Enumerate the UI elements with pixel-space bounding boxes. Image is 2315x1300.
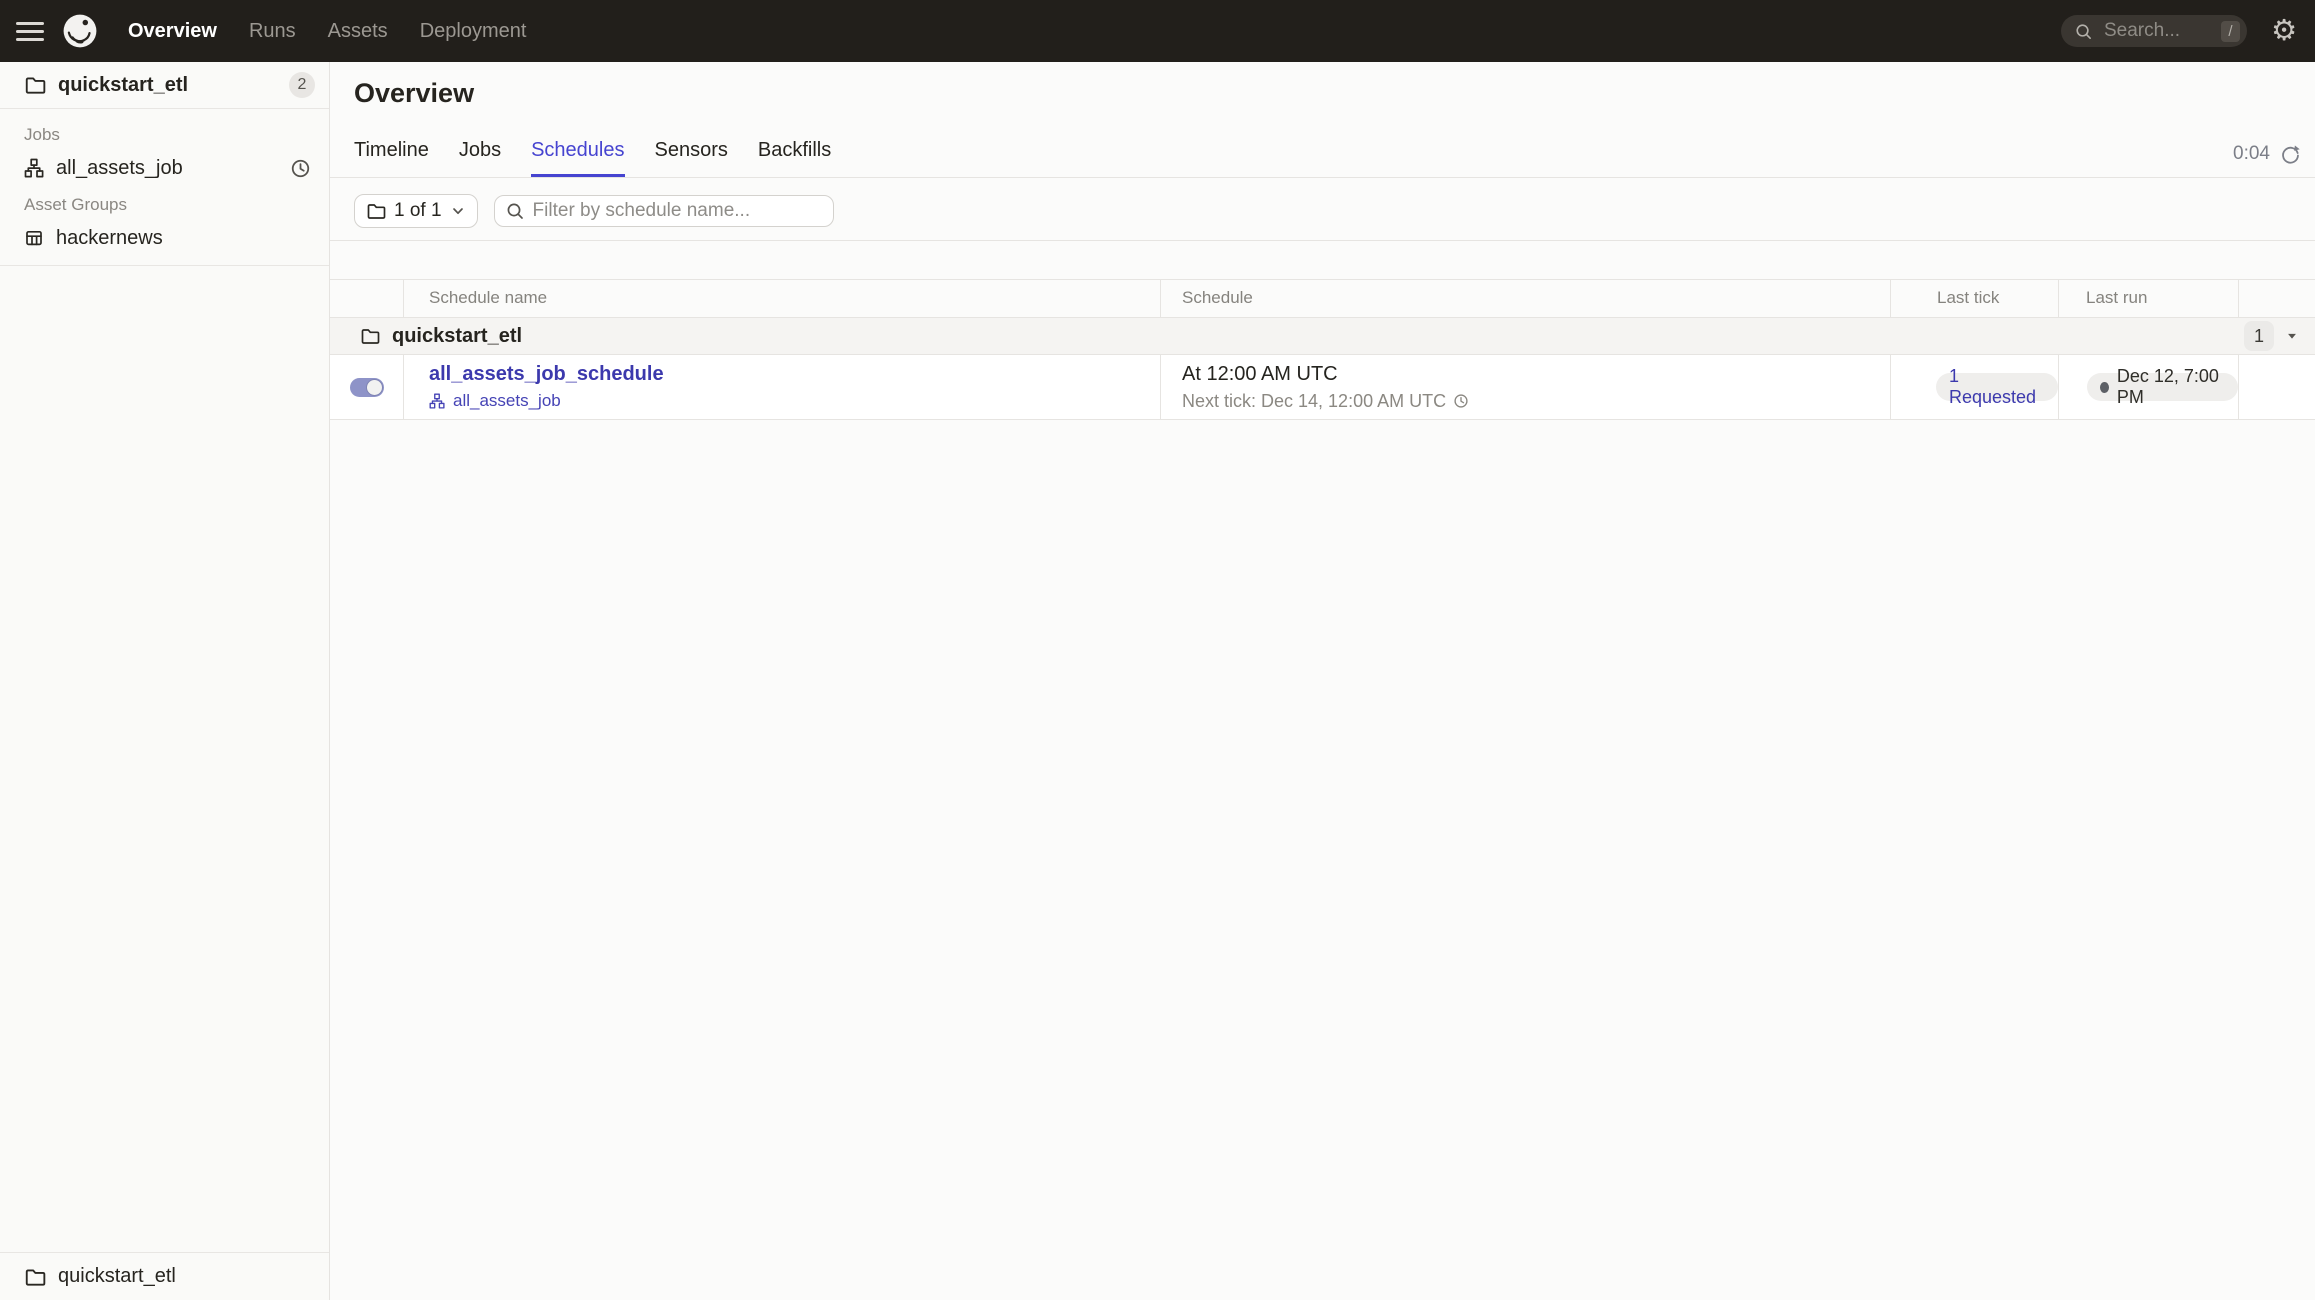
schedule-row: all_assets_job_schedule all_assets_job A…: [330, 355, 2315, 420]
schedules-table: Schedule name Schedule Last tick Last ru…: [330, 279, 2315, 420]
folder-icon: [367, 204, 386, 219]
content-divider: [330, 240, 2315, 241]
nav-item-assets[interactable]: Assets: [328, 20, 388, 43]
schedule-filter-input[interactable]: [493, 195, 834, 227]
search-icon: [507, 203, 523, 219]
collapse-caret-icon[interactable]: [2285, 329, 2299, 343]
schedule-name-link[interactable]: all_assets_job_schedule: [429, 363, 664, 386]
search-icon: [2076, 23, 2091, 39]
job-icon: [429, 393, 445, 409]
tab-jobs[interactable]: Jobs: [459, 109, 501, 177]
schedule-clock-icon[interactable]: [290, 158, 311, 179]
clock-icon: [1454, 394, 1468, 408]
schedule-enabled-toggle[interactable]: [349, 377, 384, 397]
main-content: Overview Timeline Jobs Schedules Sensors…: [330, 62, 2315, 1300]
settings-gear-icon[interactable]: ⚙: [2271, 16, 2297, 46]
job-link[interactable]: all_assets_job: [453, 391, 561, 411]
table-header-row: Schedule name Schedule Last tick Last ru…: [330, 279, 2315, 318]
repo-filter-dropdown[interactable]: 1 of 1: [354, 194, 478, 228]
asset-groups-section-label: Asset Groups: [24, 195, 127, 214]
column-actions: [2238, 280, 2315, 318]
overview-tabbar: Timeline Jobs Schedules Sensors Backfill…: [330, 109, 2315, 178]
tab-sensors[interactable]: Sensors: [655, 109, 728, 177]
page-title: Overview: [354, 78, 475, 108]
dagster-logo-icon[interactable]: [62, 13, 98, 49]
chevron-down-icon: [452, 208, 463, 215]
repo-filter-value: 1 of 1: [394, 200, 442, 221]
sidebar-item-label: all_assets_job: [56, 156, 183, 179]
refresh-elapsed-time: 0:04: [2233, 143, 2270, 164]
group-count-badge: 1: [2244, 321, 2274, 351]
repo-count-badge: 2: [289, 72, 315, 98]
last-tick-badge[interactable]: 1 Requested: [1936, 366, 2058, 407]
repo-title: quickstart_etl: [58, 73, 189, 96]
filter-row: 1 of 1: [354, 194, 2315, 228]
schedule-cron-text: At 12:00 AM UTC: [1182, 362, 1338, 385]
sidebar-footer-repo[interactable]: quickstart_etl: [0, 1252, 329, 1300]
sidebar-repo-header[interactable]: quickstart_etl 2: [0, 62, 329, 109]
top-navigation-bar: Overview Runs Assets Deployment / ⚙: [0, 0, 2315, 62]
run-status-dot-icon: [2100, 381, 2109, 393]
folder-icon: [361, 329, 380, 344]
column-toggle: [330, 280, 403, 318]
refresh-icon[interactable]: [2280, 144, 2301, 165]
folder-icon: [25, 1268, 46, 1286]
hamburger-menu-icon[interactable]: [16, 21, 44, 41]
tab-schedules[interactable]: Schedules: [531, 109, 624, 177]
jobs-section-label: Jobs: [24, 125, 60, 144]
last-run-time: Dec 12, 7:00 PM: [2116, 366, 2219, 407]
column-schedule-name: Schedule name: [403, 280, 1160, 318]
asset-group-icon: [26, 230, 42, 246]
sidebar-item-all-assets-job[interactable]: all_assets_job: [0, 151, 329, 185]
footer-repo-label: quickstart_etl: [58, 1265, 176, 1287]
search-input[interactable]: [2102, 19, 2212, 43]
sidebar-asset-groups-section: Asset Groups hackernews: [0, 185, 329, 255]
left-sidebar: quickstart_etl 2 Jobs all_assets_job Ass…: [0, 62, 330, 1300]
column-last-run: Last run: [2058, 280, 2238, 318]
last-run-badge[interactable]: Dec 12, 7:00 PM: [2087, 366, 2238, 407]
column-schedule: Schedule: [1160, 280, 1890, 318]
repo-group-row[interactable]: quickstart_etl 1: [330, 318, 2315, 355]
toggle-knob: [366, 379, 382, 395]
nav-item-deployment[interactable]: Deployment: [420, 20, 527, 43]
nav-item-overview[interactable]: Overview: [128, 20, 217, 43]
folder-icon: [25, 77, 46, 94]
tab-backfills[interactable]: Backfills: [758, 109, 831, 177]
job-icon: [24, 158, 44, 178]
tab-timeline[interactable]: Timeline: [354, 109, 429, 177]
column-last-tick: Last tick: [1890, 280, 2058, 318]
search-shortcut-key: /: [2221, 20, 2240, 42]
nav-item-runs[interactable]: Runs: [249, 20, 296, 43]
sidebar-divider: [0, 265, 329, 266]
global-search[interactable]: /: [2061, 15, 2247, 47]
schedule-name-filter: [493, 195, 834, 227]
primary-nav: Overview Runs Assets Deployment: [128, 20, 526, 43]
group-repo-name: quickstart_etl: [392, 324, 523, 347]
next-tick-text: Next tick: Dec 14, 12:00 AM UTC: [1182, 390, 1447, 411]
sidebar-item-hackernews[interactable]: hackernews: [0, 221, 329, 255]
sidebar-item-label: hackernews: [56, 226, 163, 249]
sidebar-jobs-section: Jobs all_assets_job: [0, 109, 329, 185]
